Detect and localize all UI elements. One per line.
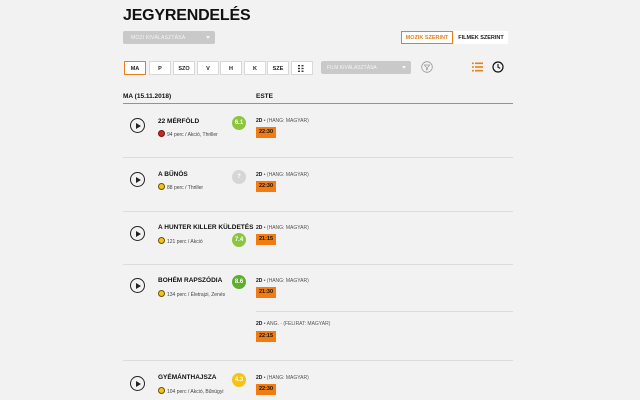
film-score-badge: 6.1: [232, 116, 246, 130]
film-title[interactable]: A BŰNÖS: [158, 171, 188, 178]
cinema-select[interactable]: MOZI KIVÁLASZTÁSA: [123, 31, 215, 44]
language-label: HANG: MAGYAR: [268, 172, 308, 178]
toggle-by-cinema[interactable]: MOZIK SZERINT: [401, 31, 453, 44]
day-tab-tuesday[interactable]: K: [244, 61, 266, 75]
film-score-badge: 8.6: [232, 275, 246, 289]
play-trailer-button[interactable]: [130, 278, 145, 293]
format-label: 2D: [256, 225, 263, 231]
film-meta: 94 perc / Akció, Thriller: [158, 130, 218, 138]
film-title[interactable]: GYÉMÁNTHAJSZA: [158, 374, 217, 381]
film-select-placeholder: FILM KIVÁLASZTÁSA: [327, 65, 377, 71]
play-trailer-button[interactable]: [130, 226, 145, 241]
film-meta: 121 perc / Akció: [158, 237, 203, 245]
film-genres: Akció, Bűnügyi: [190, 388, 224, 395]
row-divider: [123, 360, 513, 361]
day-tab-wednesday[interactable]: SZE: [267, 61, 289, 75]
film-score-badge: ?: [232, 170, 246, 184]
film-duration: 94 perc: [167, 131, 184, 138]
film-duration: 134 perc: [167, 291, 187, 298]
row-divider: [123, 264, 513, 265]
showtime-button[interactable]: 21:15: [256, 234, 276, 245]
show-format: 2D • ANG. · (FELIRAT: MAGYAR): [256, 321, 331, 327]
showtime-button[interactable]: 22:30: [256, 384, 276, 395]
toggle-by-film[interactable]: FILMEK SZERINT: [454, 31, 508, 44]
schedule-date: MA (15.11.2018): [123, 93, 172, 100]
schedule-period: ESTE: [256, 93, 273, 100]
film-title[interactable]: A HUNTER KILLER KÜLDETÉS: [158, 224, 253, 231]
film-title[interactable]: 22 MÉRFÖLD: [158, 118, 199, 125]
film-duration: 88 perc: [167, 184, 184, 191]
language-label: HANG: MAGYAR: [268, 225, 308, 231]
play-trailer-button[interactable]: [130, 376, 145, 391]
format-label: 2D: [256, 172, 263, 178]
clock-icon[interactable]: [492, 61, 504, 73]
show-format: 2D • (HANG: MAGYAR): [256, 172, 309, 178]
cinema-select-placeholder: MOZI KIVÁLASZTÁSA: [131, 35, 186, 41]
age-rating-icon: [158, 290, 165, 297]
page-title: JEGYRENDELÉS: [123, 7, 251, 24]
chevron-down-icon: [402, 66, 406, 69]
row-divider: [123, 211, 513, 212]
day-tab-today[interactable]: MA: [124, 61, 146, 75]
format-label: 2D: [256, 278, 263, 284]
film-score-badge: 4.3: [232, 373, 246, 387]
showtime-button[interactable]: 22:30: [256, 181, 276, 192]
show-format: 2D • (HANG: MAGYAR): [256, 375, 309, 381]
language-label: HANG: MAGYAR: [268, 375, 308, 381]
show-format: 2D • (HANG: MAGYAR): [256, 278, 309, 284]
format-label: 2D: [256, 321, 263, 327]
age-rating-icon: [158, 183, 165, 190]
film-duration: 121 perc: [167, 238, 187, 245]
film-score-badge: 7.4: [232, 233, 246, 247]
film-select[interactable]: FILM KIVÁLASZTÁSA: [321, 61, 411, 74]
show-divider: [256, 311, 513, 312]
show-format: 2D • (HANG: MAGYAR): [256, 225, 309, 231]
grid-icon: [298, 65, 304, 72]
film-meta: 134 perc / Életrajzi, Zenés: [158, 290, 226, 298]
age-rating-icon: [158, 387, 165, 394]
film-genres: Életrajzi, Zenés: [190, 291, 226, 298]
play-trailer-button[interactable]: [130, 118, 145, 133]
header-divider: [123, 103, 513, 104]
film-meta: 88 perc / Thriller: [158, 183, 204, 191]
chevron-down-icon: [206, 36, 210, 39]
play-trailer-button[interactable]: [130, 172, 145, 187]
film-duration: 104 perc: [167, 388, 187, 395]
film-genres: Akció: [190, 238, 203, 245]
showtime-button[interactable]: 21:30: [256, 287, 276, 298]
age-rating-icon: [158, 130, 165, 137]
film-genres: Thriller: [187, 184, 204, 191]
language-label: HANG: MAGYAR: [268, 278, 308, 284]
showtime-button[interactable]: 22:15: [256, 331, 276, 342]
day-tab-friday[interactable]: P: [149, 61, 171, 75]
list-view-icon[interactable]: [472, 62, 483, 72]
film-title[interactable]: BOHÉM RAPSZÓDIA: [158, 277, 222, 284]
age-rating-icon: [158, 237, 165, 244]
filter-icon[interactable]: [421, 61, 433, 73]
day-tab-monday[interactable]: H: [220, 61, 242, 75]
day-tab-sunday[interactable]: V: [197, 61, 219, 75]
film-genres: Akció, Thriller: [187, 131, 218, 138]
format-label: 2D: [256, 375, 263, 381]
film-meta: 104 perc / Akció, Bűnügyi: [158, 387, 224, 395]
format-label: 2D: [256, 118, 263, 124]
day-tab-saturday[interactable]: SZO: [173, 61, 195, 75]
row-divider: [123, 157, 513, 158]
showtime-button[interactable]: 22:30: [256, 127, 276, 138]
language-label: ANG. · (FELIRAT: MAGYAR): [266, 321, 331, 327]
show-format: 2D • (HANG: MAGYAR): [256, 118, 309, 124]
language-label: HANG: MAGYAR: [268, 118, 308, 124]
more-days-button[interactable]: [291, 61, 313, 75]
